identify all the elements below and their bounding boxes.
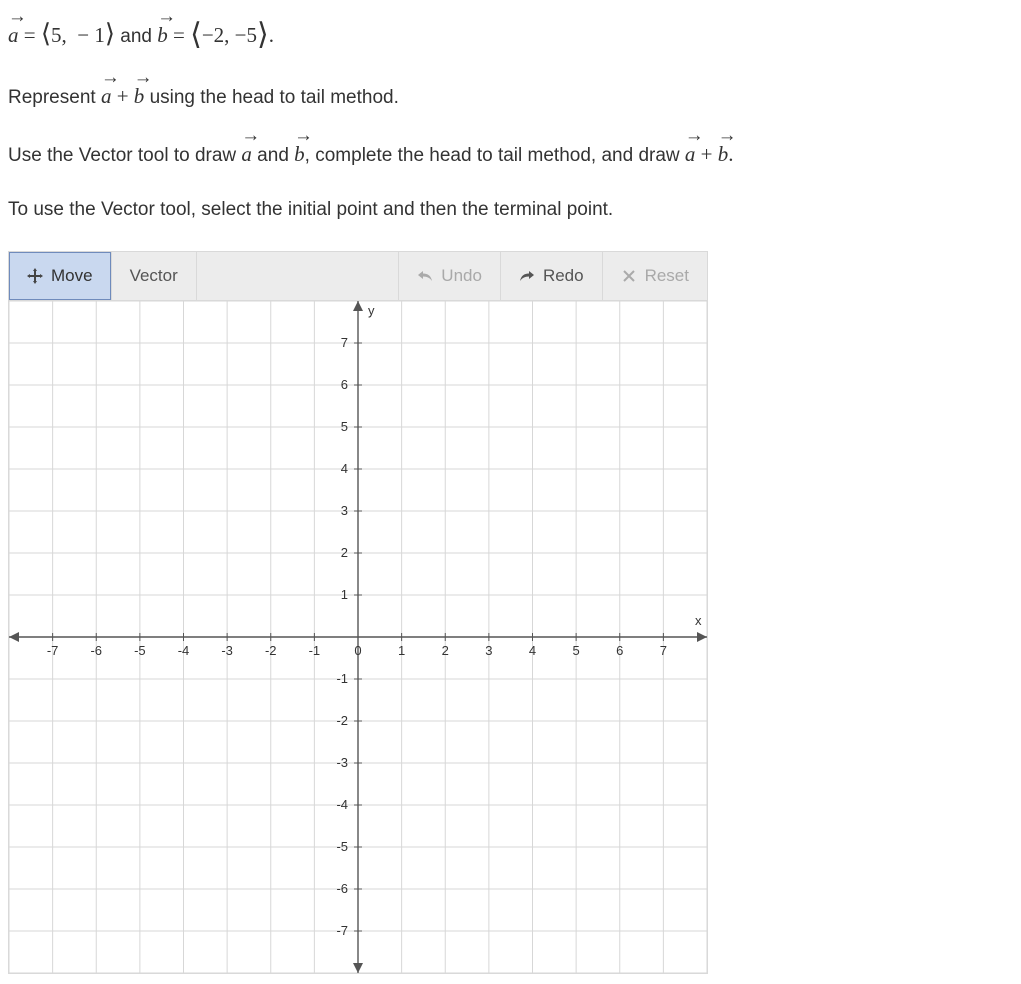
svg-text:1: 1	[341, 587, 348, 602]
svg-text:4: 4	[529, 643, 536, 658]
svg-text:6: 6	[616, 643, 623, 658]
vector-b-symbol: b	[157, 20, 168, 52]
undo-icon	[417, 268, 433, 284]
svg-text:1: 1	[398, 643, 405, 658]
move-icon	[27, 268, 43, 284]
svg-text:-4: -4	[178, 643, 190, 658]
undo-label: Undo	[441, 263, 482, 289]
move-tool-button[interactable]: Move	[9, 252, 112, 300]
svg-text:-6: -6	[336, 881, 348, 896]
svg-text:7: 7	[660, 643, 667, 658]
represent-line: Represent a + b using the head to tail m…	[8, 81, 1011, 113]
instruction-line-1: Use the Vector tool to draw a and b, com…	[8, 139, 1011, 171]
reset-button[interactable]: Reset	[603, 252, 707, 300]
problem-statement: a = ⟨5, − 1⟩ and b = ⟨−2, −5⟩. Represent…	[8, 10, 1011, 225]
svg-text:-5: -5	[134, 643, 146, 658]
move-label: Move	[51, 263, 93, 289]
svg-text:3: 3	[341, 503, 348, 518]
redo-icon	[519, 268, 535, 284]
svg-text:-4: -4	[336, 797, 348, 812]
svg-text:y: y	[368, 303, 375, 318]
instruction-line-2: To use the Vector tool, select the initi…	[8, 196, 1011, 225]
svg-text:7: 7	[341, 335, 348, 350]
svg-text:-7: -7	[336, 923, 348, 938]
undo-button[interactable]: Undo	[398, 252, 501, 300]
svg-text:-2: -2	[336, 713, 348, 728]
svg-text:-6: -6	[90, 643, 102, 658]
svg-text:6: 6	[341, 377, 348, 392]
svg-text:-1: -1	[336, 671, 348, 686]
svg-text:3: 3	[485, 643, 492, 658]
toolbar: Move Vector Undo Redo Reset	[9, 252, 707, 301]
svg-text:-3: -3	[336, 755, 348, 770]
svg-text:5: 5	[341, 419, 348, 434]
vector-b-value: −2, −5	[202, 23, 257, 47]
svg-text:0: 0	[354, 643, 361, 658]
svg-text:2: 2	[341, 545, 348, 560]
redo-button[interactable]: Redo	[501, 252, 603, 300]
vector-label: Vector	[130, 263, 178, 289]
svg-text:-5: -5	[336, 839, 348, 854]
reset-label: Reset	[645, 263, 689, 289]
graphing-tool: Move Vector Undo Redo Reset -7 -6 -5 -4 -3 -2…	[8, 251, 708, 974]
svg-text:-7: -7	[47, 643, 59, 658]
close-icon	[621, 268, 637, 284]
and-text: and	[115, 26, 157, 47]
vector-a-symbol: a	[8, 20, 19, 52]
svg-text:-2: -2	[265, 643, 277, 658]
definition-line: a = ⟨5, − 1⟩ and b = ⟨−2, −5⟩.	[8, 10, 1011, 55]
svg-text:x: x	[695, 613, 702, 628]
svg-text:5: 5	[573, 643, 580, 658]
toolbar-spacer	[197, 252, 399, 300]
vector-tool-button[interactable]: Vector	[112, 252, 197, 300]
coordinate-plane[interactable]: -7 -6 -5 -4 -3 -2 -1 0 1 2 3 4 5 6 7 -7 -6 -5 -4 -3 -2 -1 1 2 3 4…	[9, 301, 707, 973]
svg-text:-1: -1	[309, 643, 321, 658]
svg-text:4: 4	[341, 461, 348, 476]
svg-text:2: 2	[442, 643, 449, 658]
redo-label: Redo	[543, 263, 584, 289]
svg-text:-3: -3	[221, 643, 233, 658]
